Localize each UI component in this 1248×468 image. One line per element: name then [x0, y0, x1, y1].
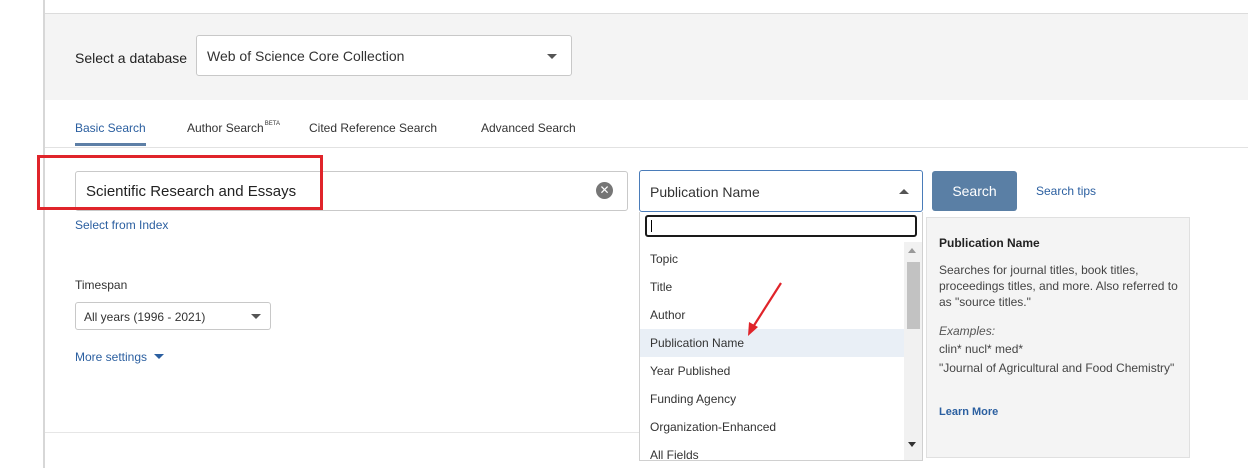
learn-more-link[interactable]: Learn More — [939, 406, 998, 418]
annotation-arrow-icon — [748, 282, 782, 336]
scroll-up-icon[interactable] — [908, 248, 916, 253]
field-description-tooltip: Publication Name Searches for journal ti… — [926, 217, 1190, 458]
tooltip-example-2: "Journal of Agricultural and Food Chemis… — [939, 361, 1175, 375]
dropdown-scrollbar[interactable] — [904, 242, 922, 460]
chevron-up-icon — [899, 189, 909, 194]
timespan-select-value: All years (1996 - 2021) — [84, 310, 206, 324]
chevron-down-icon — [547, 54, 557, 59]
dropdown-option-year-published[interactable]: Year Published — [640, 357, 904, 385]
field-select[interactable]: Publication Name — [639, 170, 923, 212]
search-button[interactable]: Search — [932, 171, 1017, 211]
tab-advanced-search[interactable]: Advanced Search — [481, 121, 576, 135]
timespan-label: Timespan — [75, 278, 128, 292]
database-select-value: Web of Science Core Collection — [207, 48, 405, 64]
tooltip-example-1: clin* nucl* med* — [939, 342, 1024, 356]
dropdown-option-funding-agency[interactable]: Funding Agency — [640, 385, 904, 413]
database-select[interactable]: Web of Science Core Collection — [196, 35, 572, 76]
tooltip-examples-heading: Examples: — [939, 324, 996, 338]
active-tab-indicator — [75, 143, 146, 146]
dropdown-option-topic[interactable]: Topic — [640, 245, 904, 273]
scroll-down-icon[interactable] — [908, 442, 916, 447]
scrollbar-thumb[interactable] — [907, 262, 920, 329]
tab-author-search-label: Author Search — [187, 121, 264, 135]
section-divider — [45, 432, 639, 433]
dropdown-option-organization-enhanced[interactable]: Organization-Enhanced — [640, 413, 904, 441]
tooltip-description: Searches for journal titles, book titles… — [939, 263, 1178, 309]
clear-icon[interactable]: ✕ — [596, 182, 613, 199]
tabs-divider — [45, 147, 1248, 148]
chevron-down-icon — [251, 314, 261, 319]
search-tips-link[interactable]: Search tips — [1036, 184, 1096, 198]
tab-basic-search[interactable]: Basic Search — [75, 121, 146, 135]
beta-badge: BETA — [264, 121, 280, 127]
tab-cited-reference-search[interactable]: Cited Reference Search — [309, 121, 437, 135]
select-from-index-link[interactable]: Select from Index — [75, 218, 168, 232]
database-label: Select a database — [75, 50, 188, 66]
more-settings-link[interactable]: More settings — [75, 350, 165, 364]
chevron-down-icon — [154, 354, 165, 359]
tooltip-title: Publication Name — [939, 236, 1040, 250]
annotation-highlight-box — [37, 155, 323, 210]
more-settings-label: More settings — [75, 350, 148, 364]
field-select-value: Publication Name — [650, 184, 760, 200]
tab-author-search[interactable]: Author SearchBETA — [187, 121, 280, 135]
dropdown-filter-input[interactable] — [645, 215, 917, 237]
timespan-select[interactable]: All years (1996 - 2021) — [75, 302, 271, 330]
text-cursor — [651, 220, 652, 232]
dropdown-option-all-fields[interactable]: All Fields — [640, 441, 904, 460]
